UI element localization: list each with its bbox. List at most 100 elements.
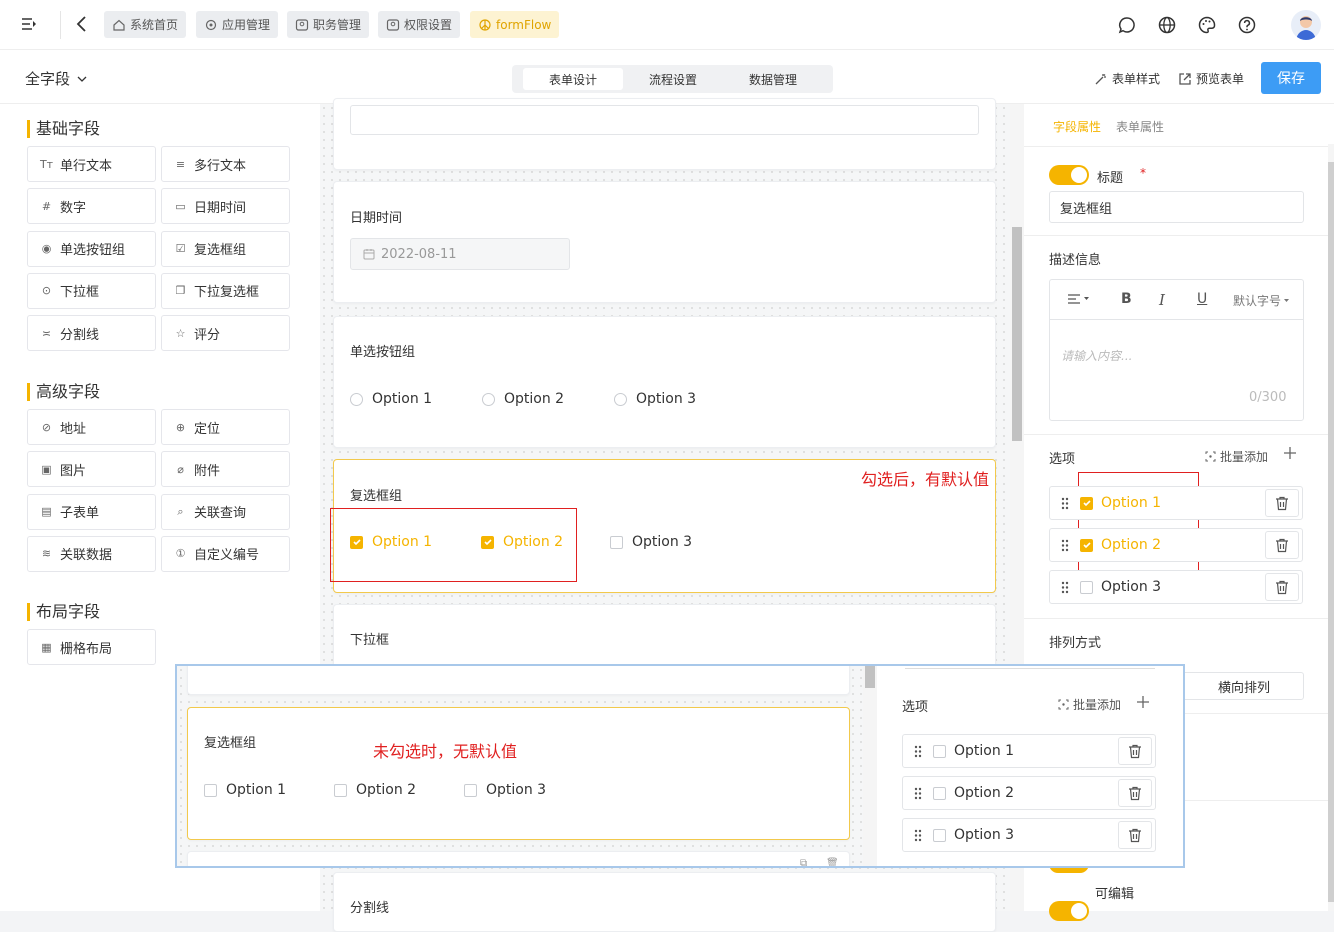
underline-icon[interactable]: U	[1197, 291, 1207, 307]
field-button[interactable]: ⊙ 下拉框	[27, 272, 156, 309]
trash-icon[interactable]	[1118, 821, 1152, 849]
field-button[interactable]: ☆ 评分	[161, 315, 290, 352]
copy-icon[interactable]: ⧉	[800, 858, 807, 866]
trash-icon[interactable]: 🗑	[826, 858, 839, 866]
field-button[interactable]: ⌀ 附件	[161, 451, 290, 488]
drag-handle-icon[interactable]	[1050, 497, 1080, 510]
scrollbar-thumb[interactable]	[1012, 227, 1022, 441]
drag-handle-icon[interactable]	[903, 829, 933, 842]
field-button[interactable]: ⊕ 定位	[161, 409, 290, 445]
tab-app-management[interactable]: 应用管理	[196, 11, 279, 38]
form-style-button[interactable]: 表单样式	[1094, 70, 1160, 87]
arrange-horizontal-option[interactable]: 横向排列	[1185, 673, 1303, 699]
preview-form-button[interactable]: 预览表单	[1178, 70, 1244, 87]
option-label[interactable]: Option 2	[946, 785, 1118, 801]
field-button[interactable]: ⊘ 地址	[27, 409, 156, 445]
inset-checkbox-option-2[interactable]: Option 2	[334, 782, 416, 798]
checkbox-unchecked-icon[interactable]	[933, 744, 946, 758]
inset-checkbox-card[interactable]: 复选框组 未勾选时，无默认值 Option 1 Option 2 Option …	[187, 707, 850, 840]
divider-field-card[interactable]: 分割线	[333, 872, 996, 932]
option-label[interactable]: Option 2	[1093, 537, 1265, 553]
description-editor[interactable]: B I U 默认字号 请输入内容... 0/300	[1049, 279, 1304, 421]
option-row[interactable]: Option 2	[1049, 528, 1303, 562]
field-button[interactable]: ≡ 多行文本	[161, 146, 290, 182]
checkbox-option-3[interactable]: Option 3	[610, 534, 692, 550]
text-field-card[interactable]	[333, 98, 996, 170]
palette-icon[interactable]	[1197, 15, 1217, 35]
batch-add-button[interactable]: 批量添加	[1205, 448, 1268, 465]
date-field-card[interactable]: 日期时间 2022-08-11	[333, 181, 996, 303]
inset-checkbox-option-1[interactable]: Option 1	[204, 782, 286, 798]
checkbox-unchecked-icon[interactable]	[933, 828, 946, 842]
trash-icon[interactable]	[1265, 573, 1299, 601]
font-size-dropdown[interactable]: 默认字号	[1233, 292, 1290, 309]
tab-data-management[interactable]: 数据管理	[723, 68, 823, 90]
tab-process-settings[interactable]: 流程设置	[623, 68, 723, 90]
scrollbar-thumb[interactable]	[1328, 162, 1334, 902]
field-button[interactable]: ❐ 下拉复选框	[161, 272, 290, 309]
trash-icon[interactable]	[1265, 489, 1299, 517]
radio-option-2[interactable]: Option 2	[482, 391, 564, 407]
field-button[interactable]: ≋ 关联数据	[27, 535, 156, 572]
field-button[interactable]: ▤ 子表单	[27, 493, 156, 530]
trash-icon[interactable]	[1265, 531, 1299, 559]
field-filter-select[interactable]: 全字段	[25, 68, 88, 89]
help-icon[interactable]	[1237, 15, 1257, 35]
plus-icon[interactable]	[1136, 695, 1150, 709]
tab-field-properties[interactable]: 字段属性	[1053, 118, 1101, 135]
checkbox-unchecked-icon[interactable]	[933, 786, 946, 800]
option-row[interactable]: Option 1	[902, 734, 1156, 768]
trash-icon[interactable]	[1118, 779, 1152, 807]
field-button[interactable]: ▣ 图片	[27, 451, 156, 488]
radio-option-3[interactable]: Option 3	[614, 391, 696, 407]
drag-handle-icon[interactable]	[903, 745, 933, 758]
drag-handle-icon[interactable]	[903, 787, 933, 800]
field-button[interactable]: ▭ 日期时间	[161, 188, 290, 225]
align-dropdown[interactable]	[1067, 293, 1090, 305]
checkbox-unchecked-icon[interactable]	[1080, 580, 1093, 594]
globe-icon[interactable]	[1157, 15, 1177, 35]
menu-toggle-icon[interactable]	[20, 15, 38, 33]
checkbox-checked-icon[interactable]	[1080, 496, 1093, 510]
field-button[interactable]: ▦ 栅格布局	[27, 629, 156, 665]
tab-permission-settings[interactable]: 权限设置	[378, 11, 461, 38]
option-label[interactable]: Option 1	[946, 743, 1118, 759]
field-button[interactable]: ≍ 分割线	[27, 315, 156, 352]
inset-checkbox-option-3[interactable]: Option 3	[464, 782, 546, 798]
field-button[interactable]: ① 自定义编号	[161, 535, 290, 572]
title-toggle[interactable]	[1049, 165, 1089, 185]
radio-field-card[interactable]: 单选按钮组 Option 1 Option 2 Option 3	[333, 316, 996, 448]
avatar[interactable]	[1291, 10, 1321, 40]
panel-scrollbar[interactable]	[1328, 144, 1334, 911]
option-row[interactable]: Option 1	[1049, 486, 1303, 520]
field-button[interactable]: # 数字	[27, 188, 156, 225]
field-button[interactable]: Tт 单行文本	[27, 146, 156, 182]
title-input[interactable]: 复选框组	[1049, 191, 1304, 223]
drag-handle-icon[interactable]	[1050, 539, 1080, 552]
option-label[interactable]: Option 3	[946, 827, 1118, 843]
tab-form-design[interactable]: 表单设计	[523, 68, 623, 90]
trash-icon[interactable]	[1118, 737, 1152, 765]
option-row[interactable]: Option 2	[902, 776, 1156, 810]
italic-icon[interactable]: I	[1159, 291, 1165, 309]
field-button[interactable]: ◉ 单选按钮组	[27, 230, 156, 267]
option-row[interactable]: Option 3	[1049, 570, 1303, 604]
message-icon[interactable]	[1117, 15, 1137, 35]
plus-icon[interactable]	[1283, 446, 1297, 460]
drag-handle-icon[interactable]	[1050, 581, 1080, 594]
tab-form-properties[interactable]: 表单属性	[1116, 118, 1164, 135]
back-icon[interactable]	[74, 15, 90, 33]
radio-option-1[interactable]: Option 1	[350, 391, 432, 407]
checkbox-checked-icon[interactable]	[1080, 538, 1093, 552]
tab-system-home[interactable]: 系统首页	[104, 11, 187, 38]
option-label[interactable]: Option 1	[1093, 495, 1265, 511]
editable-toggle[interactable]	[1049, 901, 1089, 921]
option-label[interactable]: Option 3	[1093, 579, 1265, 595]
bold-icon[interactable]: B	[1121, 291, 1132, 307]
option-row[interactable]: Option 3	[902, 818, 1156, 852]
inset-batch-add-button[interactable]: 批量添加	[1058, 696, 1121, 713]
tab-position-management[interactable]: 职务管理	[287, 11, 370, 38]
field-button[interactable]: ☑ 复选框组	[161, 230, 290, 267]
tab-formflow[interactable]: formFlow	[470, 11, 560, 38]
save-button[interactable]: 保存	[1261, 62, 1321, 94]
